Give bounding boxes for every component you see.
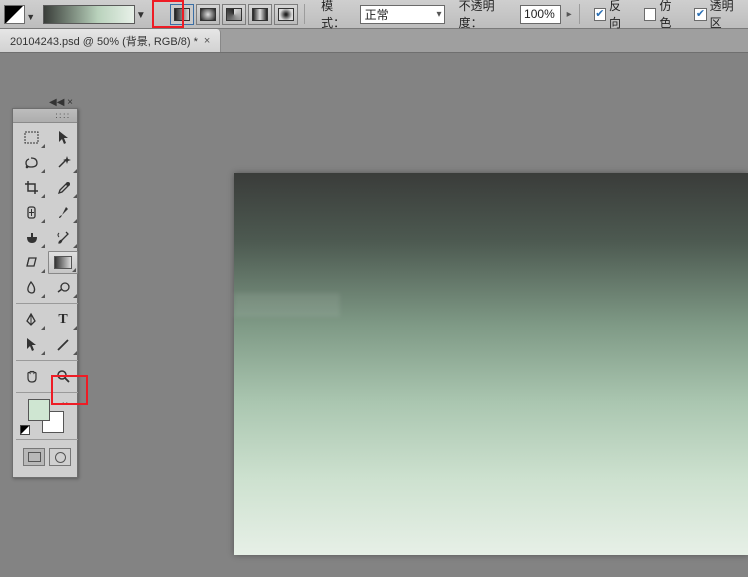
magic-wand-tool[interactable] bbox=[48, 151, 78, 174]
reverse-label: 反向 bbox=[609, 0, 632, 31]
gradient-type-reflected[interactable] bbox=[248, 4, 272, 25]
type-tool[interactable]: T bbox=[48, 308, 78, 331]
path-selection-tool[interactable] bbox=[16, 333, 46, 356]
checkbox-icon bbox=[644, 8, 656, 21]
move-tool[interactable] bbox=[48, 126, 78, 149]
document-tab-title: 20104243.psd @ 50% (背景, RGB/8) * bbox=[10, 33, 198, 49]
dither-label: 仿色 bbox=[659, 0, 682, 31]
zoom-tool[interactable] bbox=[48, 365, 78, 388]
brush-tool[interactable] bbox=[48, 201, 78, 224]
transparency-label: 透明区 bbox=[710, 0, 744, 31]
checkbox-icon bbox=[694, 8, 706, 21]
color-swatches[interactable]: ↔ bbox=[16, 397, 78, 435]
pen-tool[interactable] bbox=[16, 308, 46, 331]
gradient-tool[interactable] bbox=[48, 251, 78, 274]
healing-brush-tool[interactable] bbox=[16, 201, 46, 224]
opacity-field[interactable]: 100% ▸ bbox=[520, 5, 561, 24]
lasso-tool[interactable] bbox=[16, 151, 46, 174]
crop-tool[interactable] bbox=[16, 176, 46, 199]
hand-tool[interactable] bbox=[16, 365, 46, 388]
options-bar: ▼ ▼ 模式： 正常 ▾ 不透明度： 100% ▸ 反向 仿色 透明区 bbox=[0, 0, 748, 29]
gradient-type-angle[interactable] bbox=[222, 4, 246, 25]
history-brush-tool[interactable] bbox=[48, 226, 78, 249]
shape-tool[interactable] bbox=[48, 333, 78, 356]
gradient-type-linear[interactable] bbox=[170, 4, 194, 25]
eraser-tool[interactable] bbox=[16, 251, 46, 274]
opacity-label: 不透明度： bbox=[459, 0, 516, 31]
marquee-tool[interactable] bbox=[16, 126, 46, 149]
swap-colors-icon[interactable]: ↔ bbox=[60, 397, 70, 408]
quickmask-mode-button[interactable] bbox=[49, 448, 71, 466]
reverse-check[interactable]: 反向 bbox=[594, 0, 632, 31]
document-canvas[interactable] bbox=[234, 173, 748, 555]
foreground-swatch[interactable] bbox=[28, 399, 50, 421]
opacity-value: 100% bbox=[524, 7, 555, 21]
transparency-check[interactable]: 透明区 bbox=[694, 0, 744, 31]
document-tab-bar: 20104243.psd @ 50% (背景, RGB/8) * × bbox=[0, 29, 748, 53]
tool-preset-picker[interactable]: ▼ bbox=[4, 5, 25, 24]
checkbox-icon bbox=[594, 8, 606, 21]
close-icon[interactable]: × bbox=[204, 35, 210, 47]
dither-check[interactable]: 仿色 bbox=[644, 0, 682, 31]
eyedropper-tool[interactable] bbox=[48, 176, 78, 199]
gradient-type-group bbox=[170, 4, 298, 25]
clone-stamp-tool[interactable] bbox=[16, 226, 46, 249]
default-colors-icon[interactable] bbox=[20, 425, 30, 435]
canvas-artifact bbox=[234, 293, 340, 317]
blur-tool[interactable] bbox=[16, 276, 46, 299]
document-tab[interactable]: 20104243.psd @ 50% (背景, RGB/8) * × bbox=[0, 29, 221, 52]
standard-mode-button[interactable] bbox=[23, 448, 45, 466]
dodge-tool[interactable] bbox=[48, 276, 78, 299]
blend-mode-label: 模式： bbox=[321, 0, 355, 31]
tools-panel: ◀◀ × ∷∷ bbox=[12, 108, 78, 478]
gradient-type-diamond[interactable] bbox=[274, 4, 298, 25]
gradient-picker[interactable]: ▼ bbox=[43, 5, 135, 24]
blend-mode-dropdown[interactable]: 正常 ▾ bbox=[360, 5, 445, 24]
gradient-type-radial[interactable] bbox=[196, 4, 220, 25]
tools-panel-header[interactable]: ◀◀ × ∷∷ bbox=[13, 109, 77, 123]
blend-mode-value: 正常 bbox=[365, 6, 389, 23]
